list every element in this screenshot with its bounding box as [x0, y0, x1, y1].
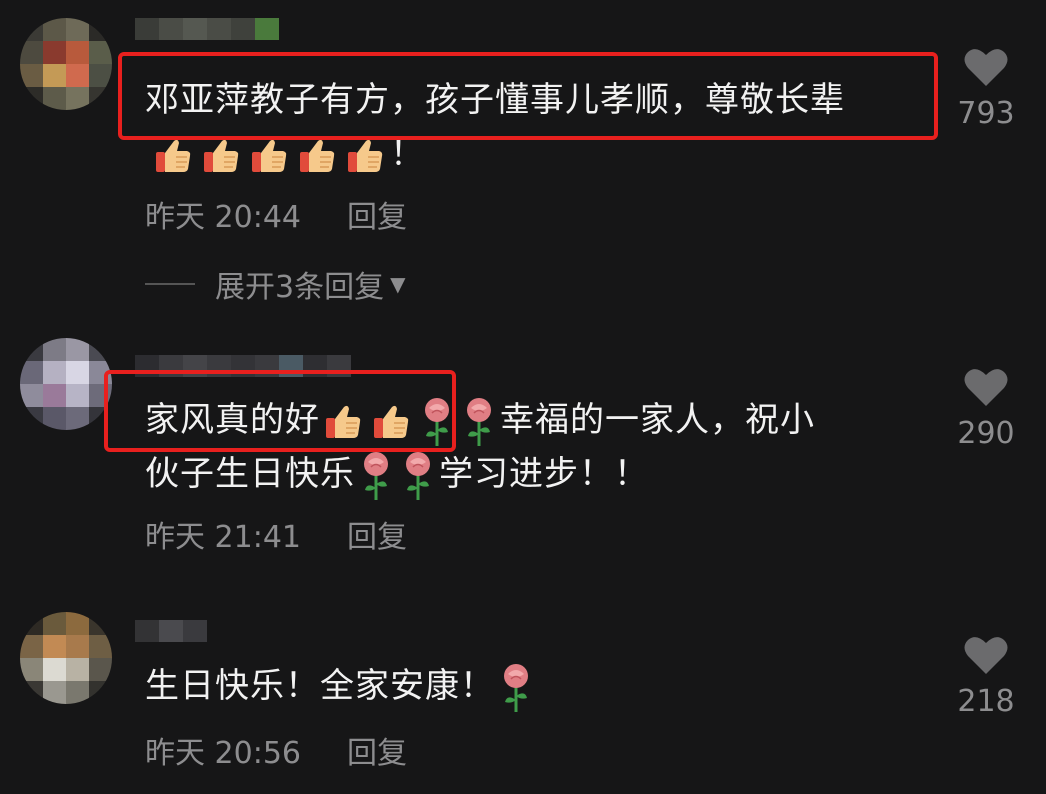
comment-text-line2: 伙子生日快乐 学习进步！！	[145, 444, 649, 504]
triangle-down-icon: ▼	[390, 272, 406, 296]
text-segment: 幸福的一家人，祝小	[500, 400, 815, 440]
text-segment: 生日快乐！全家安康！	[145, 666, 495, 706]
rose-emoji	[462, 396, 496, 448]
thumbs-up-emoji	[154, 136, 194, 176]
timestamp: 昨天 20:44	[145, 200, 301, 235]
username-blurred[interactable]	[135, 620, 207, 642]
highlight-box	[104, 370, 456, 452]
avatar[interactable]	[20, 612, 112, 704]
text-segment: 伙子生日快乐	[145, 454, 355, 494]
comment-text-line1: 生日快乐！全家安康！	[145, 656, 537, 716]
heart-icon	[963, 46, 1009, 88]
thumbs-up-emoji	[250, 136, 290, 176]
thumbs-up-emoji	[298, 136, 338, 176]
comment-meta: 昨天 21:41 回复	[145, 512, 407, 556]
thumbs-up-emoji	[202, 136, 242, 176]
expand-replies-button[interactable]: 展开3条回复 ▼	[145, 262, 405, 306]
reply-button[interactable]: 回复	[347, 200, 407, 235]
avatar[interactable]	[20, 18, 112, 110]
reply-button[interactable]: 回复	[347, 520, 407, 555]
rose-emoji	[401, 450, 435, 502]
timestamp: 昨天 21:41	[145, 520, 301, 555]
like-button[interactable]: 290	[954, 366, 1018, 451]
like-button[interactable]: 218	[954, 634, 1018, 719]
highlight-box	[118, 52, 938, 140]
rose-emoji	[359, 450, 393, 502]
divider	[145, 283, 195, 285]
comment-meta: 昨天 20:44 回复	[145, 192, 407, 236]
exclamation: ！	[390, 134, 425, 174]
thumbs-up-emoji	[346, 136, 386, 176]
like-count: 218	[957, 684, 1015, 719]
reply-button[interactable]: 回复	[347, 736, 407, 771]
expand-replies-label: 展开3条回复	[215, 270, 385, 305]
like-count: 793	[957, 96, 1015, 131]
heart-icon	[963, 366, 1009, 408]
avatar[interactable]	[20, 338, 112, 430]
rose-emoji	[499, 662, 533, 714]
heart-icon	[963, 634, 1009, 676]
like-count: 290	[957, 416, 1015, 451]
username-blurred[interactable]	[135, 18, 279, 40]
like-button[interactable]: 793	[954, 46, 1018, 131]
text-segment: 学习进步！！	[439, 454, 649, 494]
comment-meta: 昨天 20:56 回复	[145, 728, 407, 772]
timestamp: 昨天 20:56	[145, 736, 301, 771]
